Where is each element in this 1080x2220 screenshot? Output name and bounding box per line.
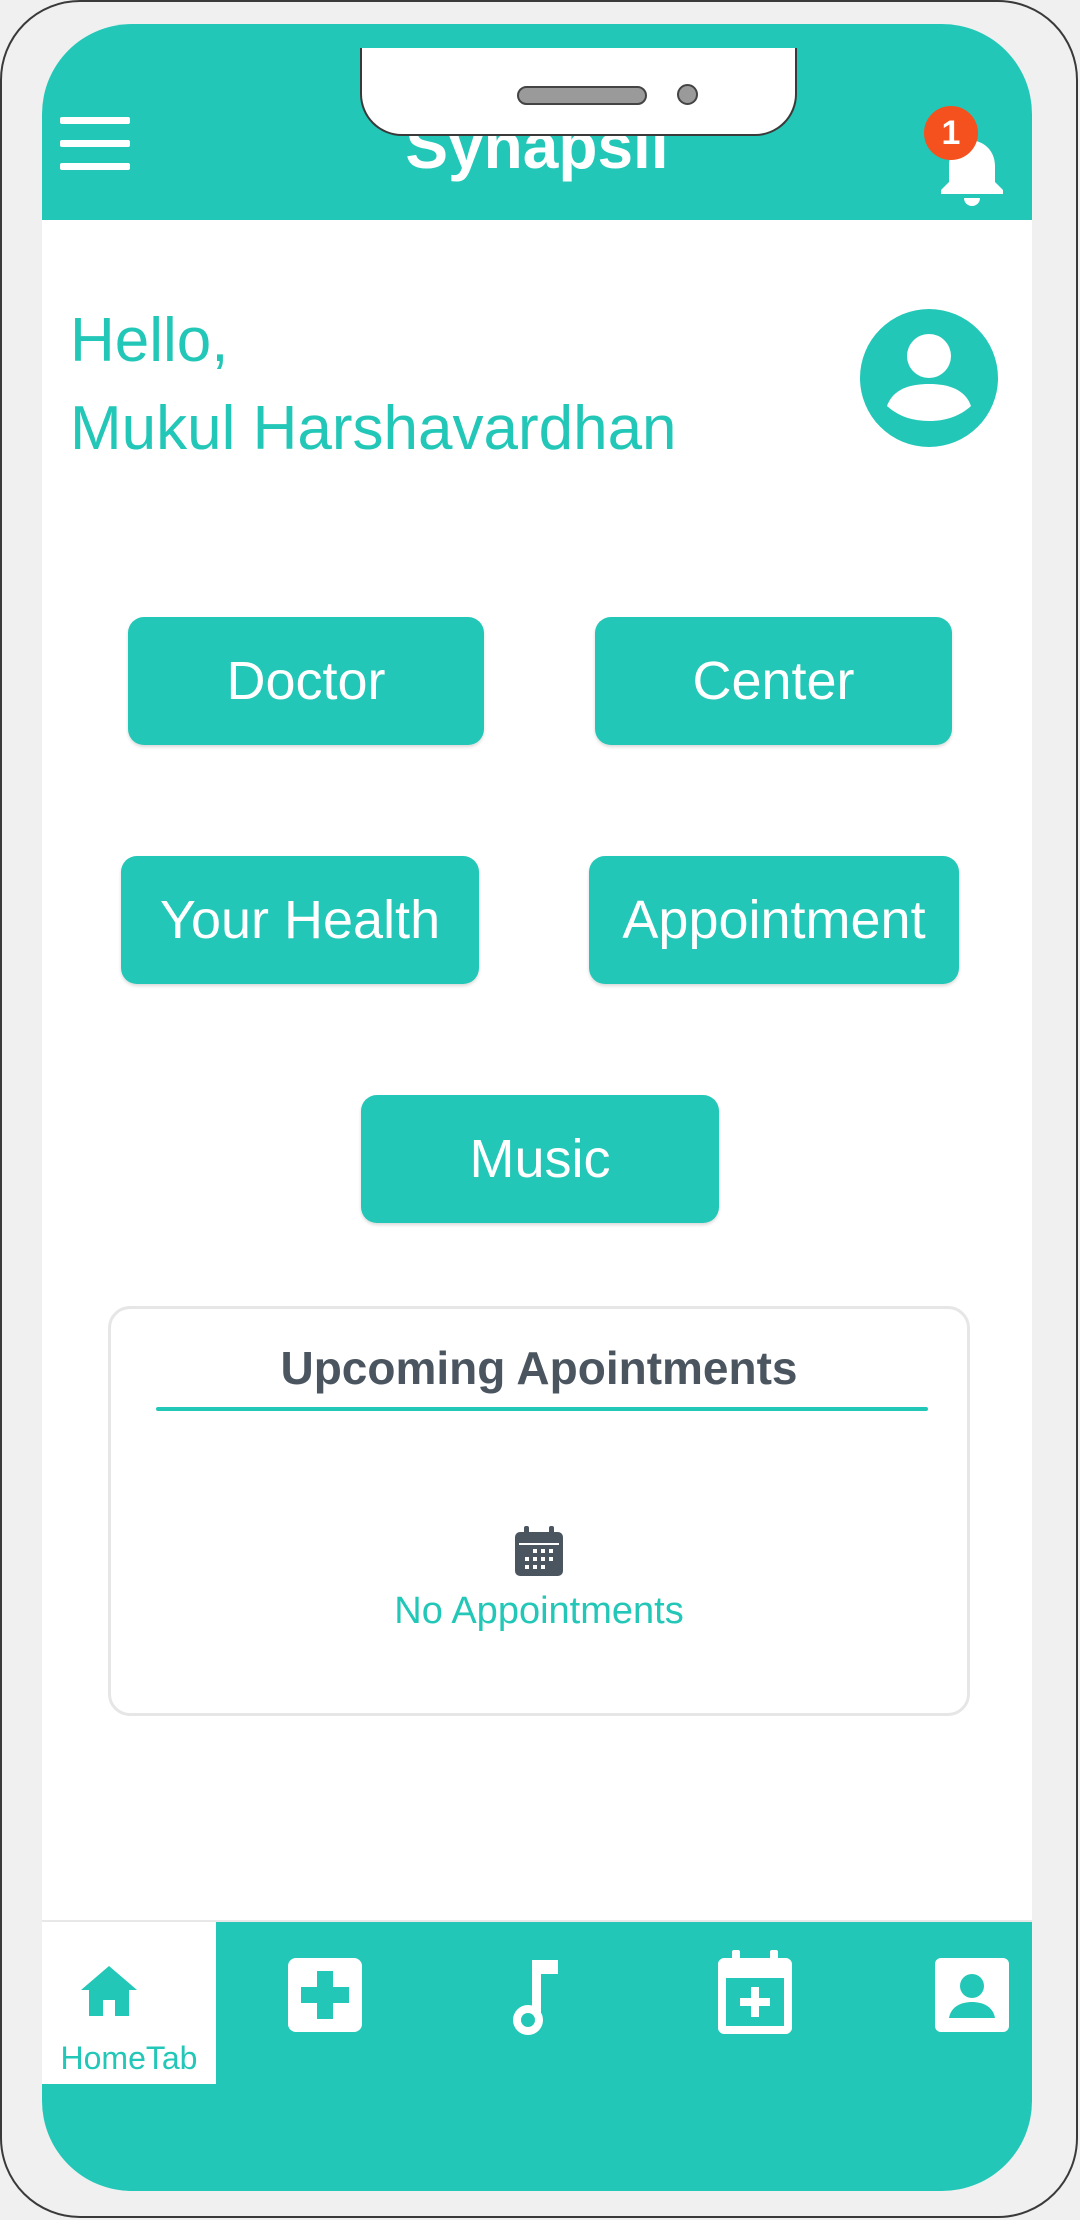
tab-appointments[interactable] xyxy=(718,1950,792,2034)
no-appointments-text: No Appointments xyxy=(394,1590,684,1632)
tab-profile[interactable] xyxy=(935,1958,1009,2032)
title-underline xyxy=(156,1407,928,1411)
device-notch xyxy=(360,48,797,136)
greeting: Hello, Mukul Harshavardhan xyxy=(70,297,677,473)
front-camera xyxy=(677,84,698,105)
appointment-button[interactable]: Appointment xyxy=(589,856,959,984)
music-button[interactable]: Music xyxy=(361,1095,719,1223)
calendar-plus-icon xyxy=(718,1950,792,2034)
notification-badge: 1 xyxy=(924,106,978,160)
tab-home-label: HomeTab xyxy=(60,2040,198,2076)
music-note-icon xyxy=(513,1960,558,2035)
upcoming-appointments-card: Upcoming Apointments No Appointments xyxy=(108,1306,970,1716)
home-icon xyxy=(81,1966,137,2016)
calendar-icon xyxy=(513,1525,565,1577)
speaker-grille xyxy=(517,86,647,105)
your-health-button[interactable]: Your Health xyxy=(121,856,479,984)
tab-music[interactable] xyxy=(512,1958,562,2038)
greeting-user-name: Mukul Harshavardhan xyxy=(70,394,677,463)
center-button[interactable]: Center xyxy=(595,617,952,745)
tab-medical[interactable] xyxy=(288,1958,362,2032)
upcoming-appointments-title: Upcoming Apointments xyxy=(280,1342,798,1394)
contact-card-icon xyxy=(935,1958,1009,2032)
bottom-nav: HomeTab xyxy=(42,1922,1032,2191)
medical-plus-icon xyxy=(288,1958,362,2032)
doctor-button[interactable]: Doctor xyxy=(128,617,484,745)
account-circle-icon[interactable] xyxy=(860,309,998,447)
tab-home[interactable]: HomeTab xyxy=(42,1922,216,2084)
app-screen: Synapsil 1 Hello, Mukul Harshavardhan Do… xyxy=(42,24,1032,2191)
greeting-line-hello: Hello, xyxy=(70,306,229,375)
